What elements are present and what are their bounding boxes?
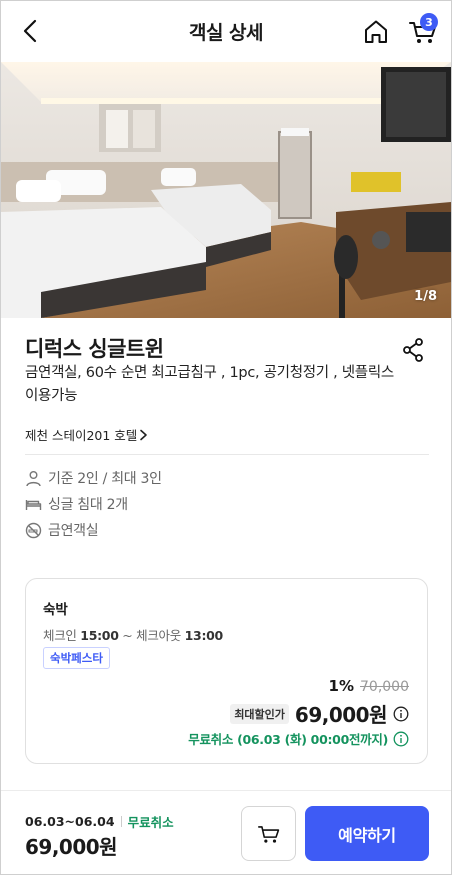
free-cancel-info: 무료취소 (06.03 (화) 00:00전까지): [188, 729, 409, 748]
person-icon: [26, 470, 41, 486]
book-button[interactable]: 예약하기: [305, 806, 429, 861]
discount-percent: 1%: [328, 677, 354, 695]
checkout-time: 13:00: [184, 628, 224, 643]
add-to-cart-button[interactable]: [241, 806, 296, 861]
info-icon[interactable]: [393, 706, 409, 722]
no-smoking-icon: [25, 522, 42, 538]
share-icon[interactable]: [402, 338, 424, 362]
price-row: 최대할인가 69,000원: [230, 699, 409, 728]
rate-card[interactable]: 숙박 체크인 15:00 ~ 체크아웃 13:00 숙박페스타 1% 70,00…: [25, 578, 428, 764]
chevron-right-icon: [140, 429, 148, 440]
feature-bed-label: 싱글 침대 2개: [48, 497, 128, 513]
checkin-label: 체크인: [43, 628, 77, 643]
room-name: 디럭스 싱글트윈: [25, 337, 164, 361]
room-photo[interactable]: 1/8: [1, 62, 451, 318]
hotel-link[interactable]: 제천 스테이201 호텔: [25, 425, 148, 444]
cart-count-badge: 3: [420, 13, 438, 31]
checkin-info: 체크인 15:00 ~ 체크아웃 13:00: [43, 625, 223, 644]
time-separator: ~: [122, 628, 133, 643]
hotel-link-label: 제천 스테이201 호텔: [25, 428, 138, 443]
feature-smoking: 금연객실: [25, 520, 99, 540]
free-cancel-label: 무료취소 (06.03 (화) 00:00전까지): [188, 732, 388, 747]
discount-row: 1% 70,000: [329, 677, 409, 695]
info-icon-green[interactable]: [393, 731, 409, 747]
bottom-booking-bar: 06.03~06.04 무료취소 69,000원 예약하기: [1, 790, 451, 874]
cart-icon: [257, 825, 279, 843]
home-icon[interactable]: [362, 18, 390, 46]
checkout-label: 체크아웃: [136, 628, 181, 643]
page-title: 객실 상세: [188, 21, 264, 44]
final-price: 69,000원: [294, 703, 388, 727]
stay-dates-label: 06.03~06.04: [25, 814, 115, 829]
feature-occupancy-label: 기준 2인 / 최대 3인: [48, 471, 162, 487]
room-description: 금연객실, 60수 순면 최고급침구 , 1pc, 공기청정기 , 넷플릭스 이…: [25, 365, 394, 404]
section-divider: [25, 454, 429, 455]
room-photo-image: [1, 62, 451, 318]
photo-counter: 1/8: [414, 289, 437, 304]
bottom-price: 69,000원: [25, 835, 118, 859]
dates-separator: [120, 816, 122, 827]
feature-occupancy: 기준 2인 / 최대 3인: [25, 468, 162, 488]
bed-icon: [25, 499, 42, 510]
chevron-left-icon[interactable]: [18, 18, 44, 44]
promo-badge: 숙박페스타: [43, 647, 110, 669]
max-discount-label: 최대할인가: [230, 703, 289, 724]
feature-bed: 싱글 침대 2개: [25, 494, 128, 514]
feature-smoking-label: 금연객실: [48, 523, 99, 539]
original-price: 70,000: [360, 679, 409, 695]
checkin-time: 15:00: [80, 628, 119, 643]
bottom-free-cancel: 무료취소: [127, 815, 174, 830]
stay-dates: 06.03~06.04 무료취소: [25, 812, 174, 831]
rate-title: 숙박: [43, 602, 68, 618]
